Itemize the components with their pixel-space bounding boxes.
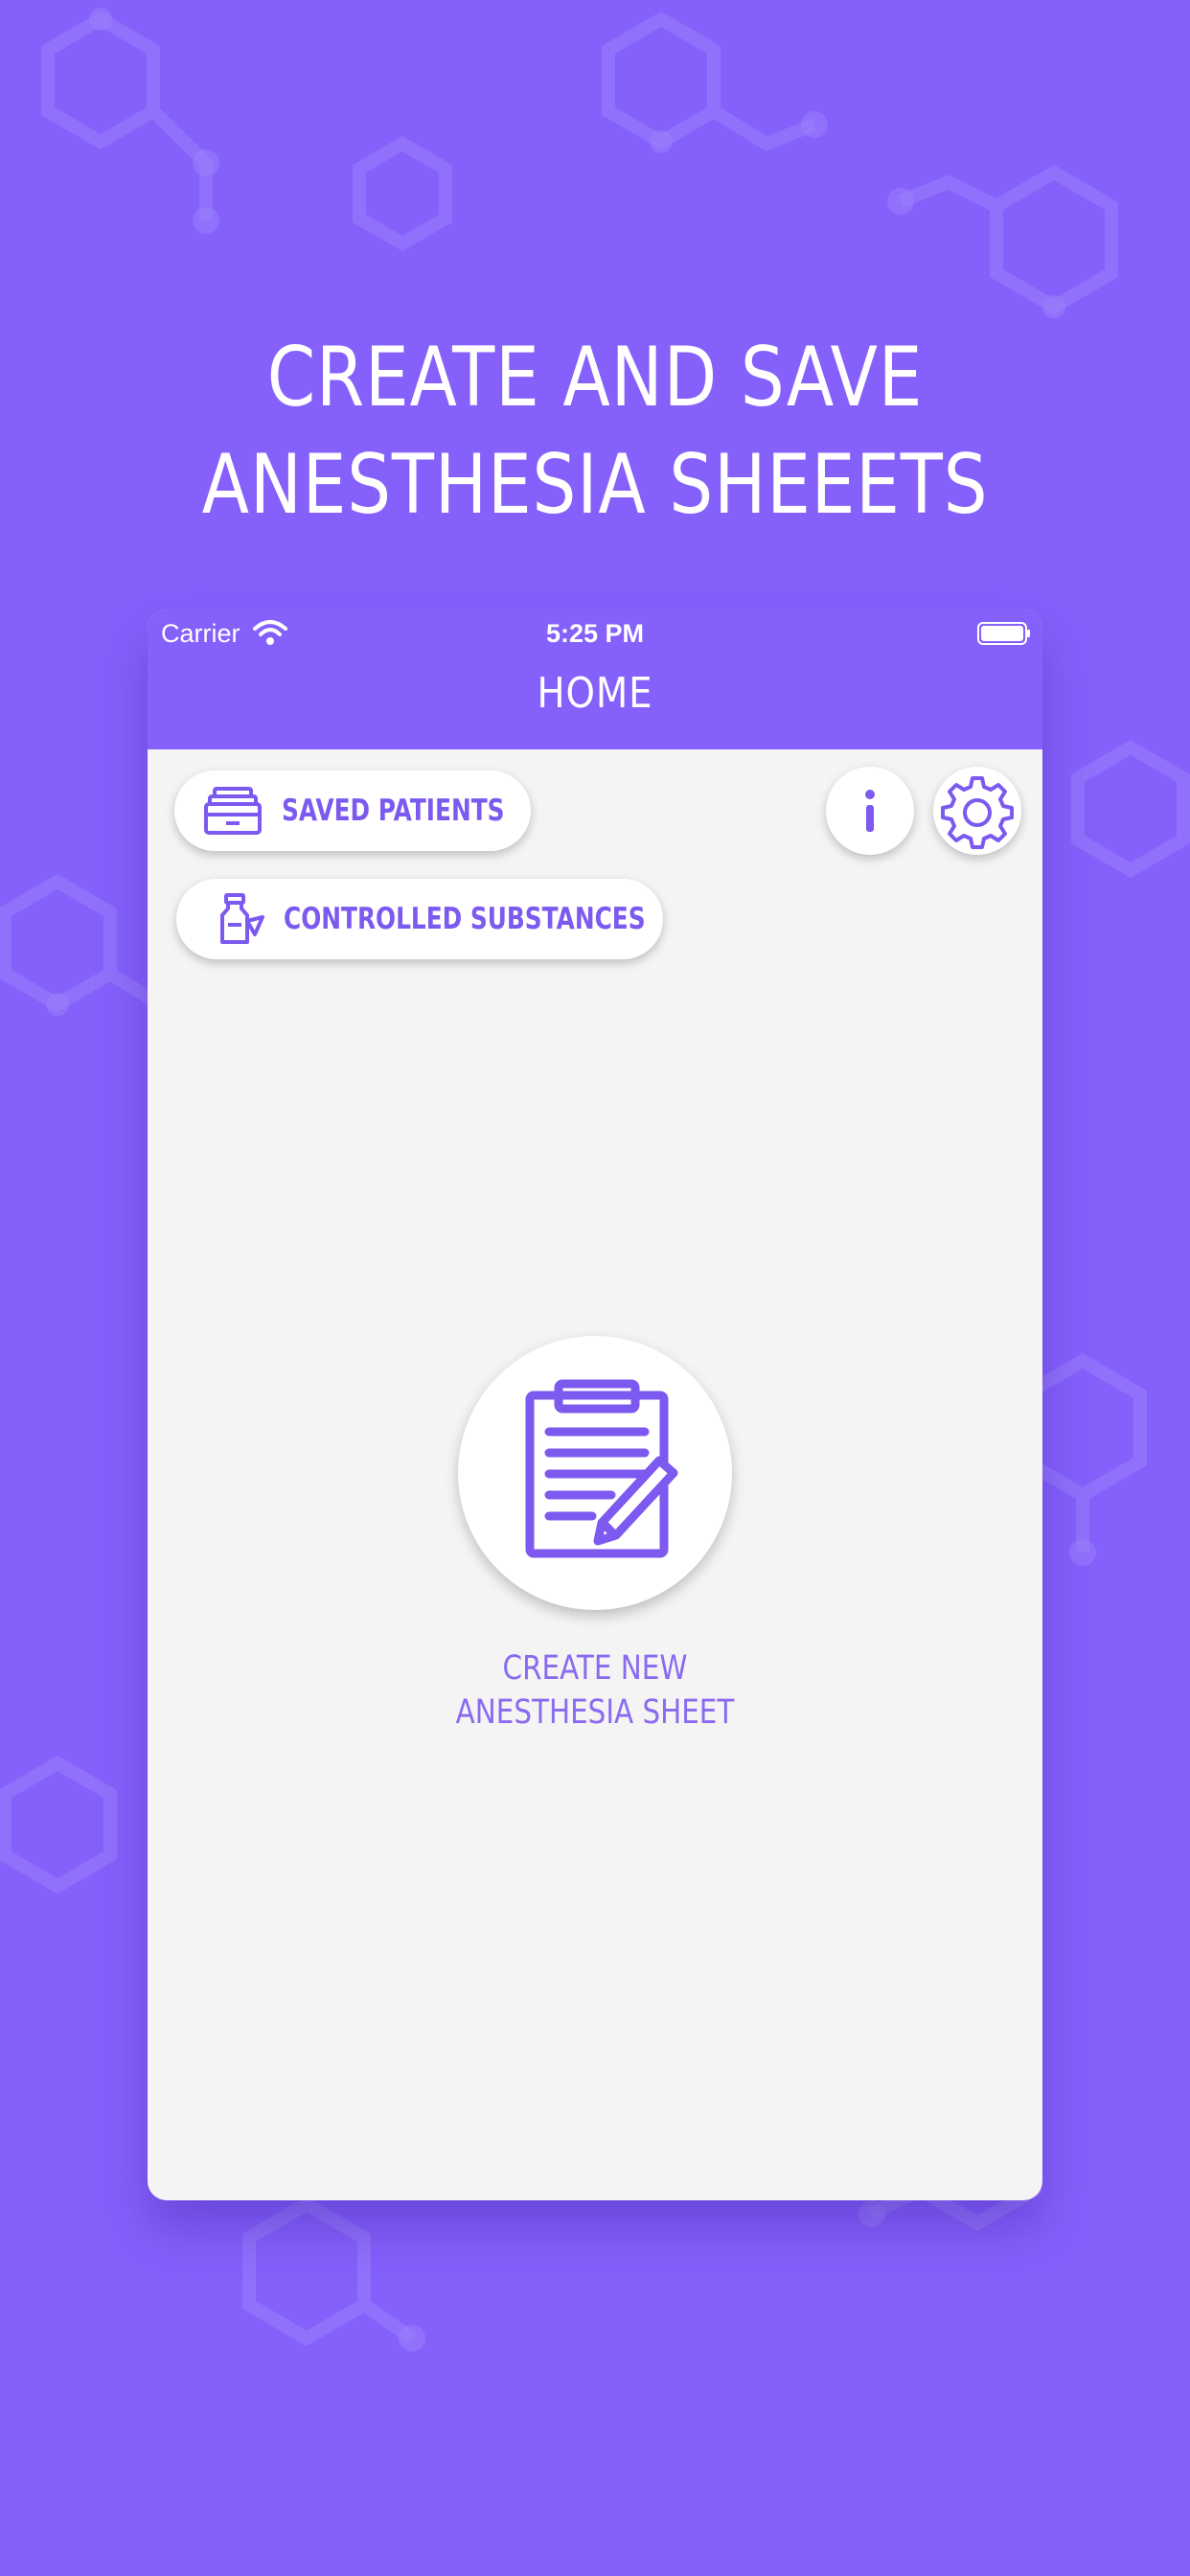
medicine-vial-icon xyxy=(220,893,264,944)
archive-drawer-icon xyxy=(204,787,262,835)
nav-bar: Carrier 5:25 PM HOME xyxy=(148,610,1042,749)
device-screen: Carrier 5:25 PM HOME SAVED PATIENTS CONT… xyxy=(148,610,1042,2200)
status-time: 5:25 PM xyxy=(545,619,645,648)
controlled-substances-label: CONTROLLED SUBSTANCES xyxy=(284,902,646,936)
create-new-sheet-button[interactable] xyxy=(458,1336,732,1610)
headline-line-1: CREATE AND SAVE xyxy=(266,330,924,426)
settings-button[interactable] xyxy=(933,767,1021,855)
controlled-substances-button[interactable]: CONTROLLED SUBSTANCES xyxy=(176,879,663,959)
gear-icon xyxy=(941,776,1014,849)
clipboard-pencil-icon xyxy=(525,1379,678,1558)
create-new-sheet-label: CREATE NEW ANESTHESIA SHEET xyxy=(219,1646,972,1735)
headline-line-2: ANESTHESIA SHEEETS xyxy=(201,437,989,533)
info-icon xyxy=(865,790,875,832)
promo-headline: CREATE AND SAVE ANESTHESIA SHEEETS xyxy=(95,324,1094,539)
create-label-line-1: CREATE NEW xyxy=(502,1649,688,1688)
saved-patients-label: SAVED PATIENTS xyxy=(282,794,505,828)
saved-patients-button[interactable]: SAVED PATIENTS xyxy=(174,770,531,851)
status-bar: Carrier 5:25 PM xyxy=(148,610,1042,656)
create-label-line-2: ANESTHESIA SHEET xyxy=(455,1693,735,1732)
battery-icon xyxy=(977,622,1030,645)
nav-title: HOME xyxy=(537,669,653,718)
info-button[interactable] xyxy=(826,767,914,855)
